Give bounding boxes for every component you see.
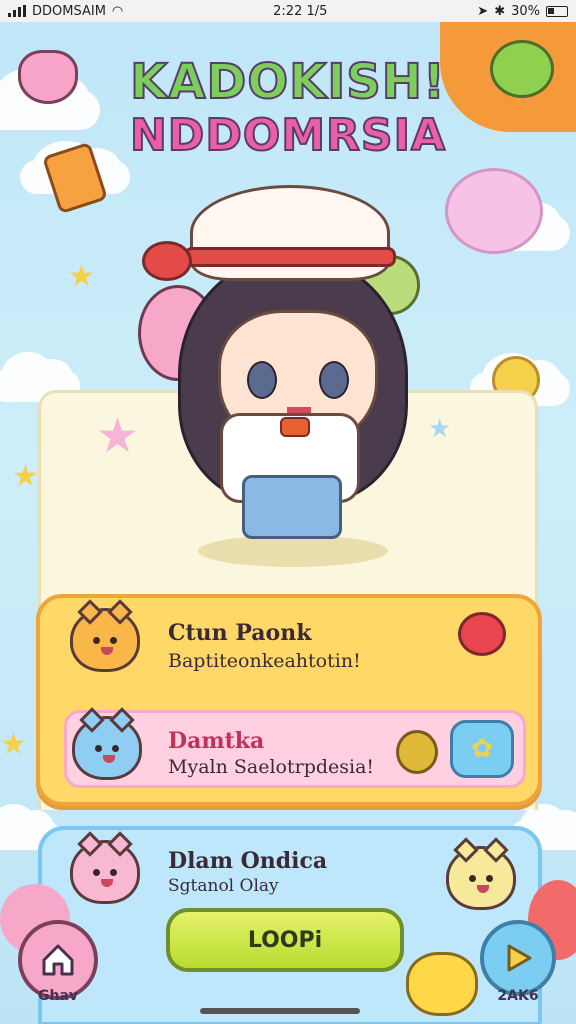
star-icon: ★ <box>0 727 27 762</box>
character-shadow <box>198 535 388 567</box>
play-button[interactable] <box>480 920 556 996</box>
coin-icon[interactable] <box>396 730 438 774</box>
star-icon: ★ <box>12 459 39 494</box>
heart-balloon-icon[interactable] <box>458 612 506 656</box>
wifi-icon: ◠ <box>111 3 124 19</box>
home-button-label: Ghav <box>37 988 79 1004</box>
battery-icon <box>546 5 568 17</box>
star-badge-icon[interactable]: ✿ <box>450 720 514 778</box>
battery-percent: 30% <box>511 3 540 19</box>
signal-icon <box>8 5 26 17</box>
play-icon <box>507 944 532 972</box>
character-pants <box>242 475 342 539</box>
orange-cat-avatar[interactable] <box>70 599 140 672</box>
row-subtitle: Myaln Saelotrpdesia! <box>168 756 375 778</box>
hat-bow-icon <box>142 241 192 281</box>
row-subtitle: Baptiteonkeahtotin! <box>168 650 361 672</box>
game-title-line2: NDDOMRSIA <box>129 109 447 162</box>
character-sprite[interactable] <box>120 185 460 585</box>
row-subtitle: Sgtanol Olay <box>168 876 279 896</box>
play-button-label: 2AK6 <box>497 988 539 1004</box>
yellow-cat-decoration <box>406 952 478 1016</box>
pink-cat-avatar[interactable] <box>70 831 140 904</box>
row-name: Damtka <box>168 728 265 754</box>
game-title-line1: KADOKISH! <box>129 53 446 111</box>
carrier-label: DDOMSAIM <box>32 3 106 19</box>
bow-tie-icon <box>280 417 310 437</box>
home-icon <box>42 944 74 976</box>
status-bar: DDOMSAIM ◠ 2:22 1/5 ➤ ✱ 30% <box>0 0 576 22</box>
star-icon: ★ <box>68 259 95 294</box>
location-icon: ➤ <box>477 3 489 19</box>
bluetooth-icon: ✱ <box>494 3 506 19</box>
hat-band <box>184 247 396 267</box>
row-name: Dlam Ondica <box>168 848 328 874</box>
row-name: Ctun Paonk <box>168 620 312 646</box>
load-button[interactable]: LOOPi <box>166 908 404 972</box>
blue-cat-avatar[interactable] <box>72 707 142 780</box>
yellow-cat-avatar[interactable] <box>446 837 516 910</box>
home-indicator <box>200 1008 360 1014</box>
status-time: 2:22 1/5 <box>273 3 328 19</box>
